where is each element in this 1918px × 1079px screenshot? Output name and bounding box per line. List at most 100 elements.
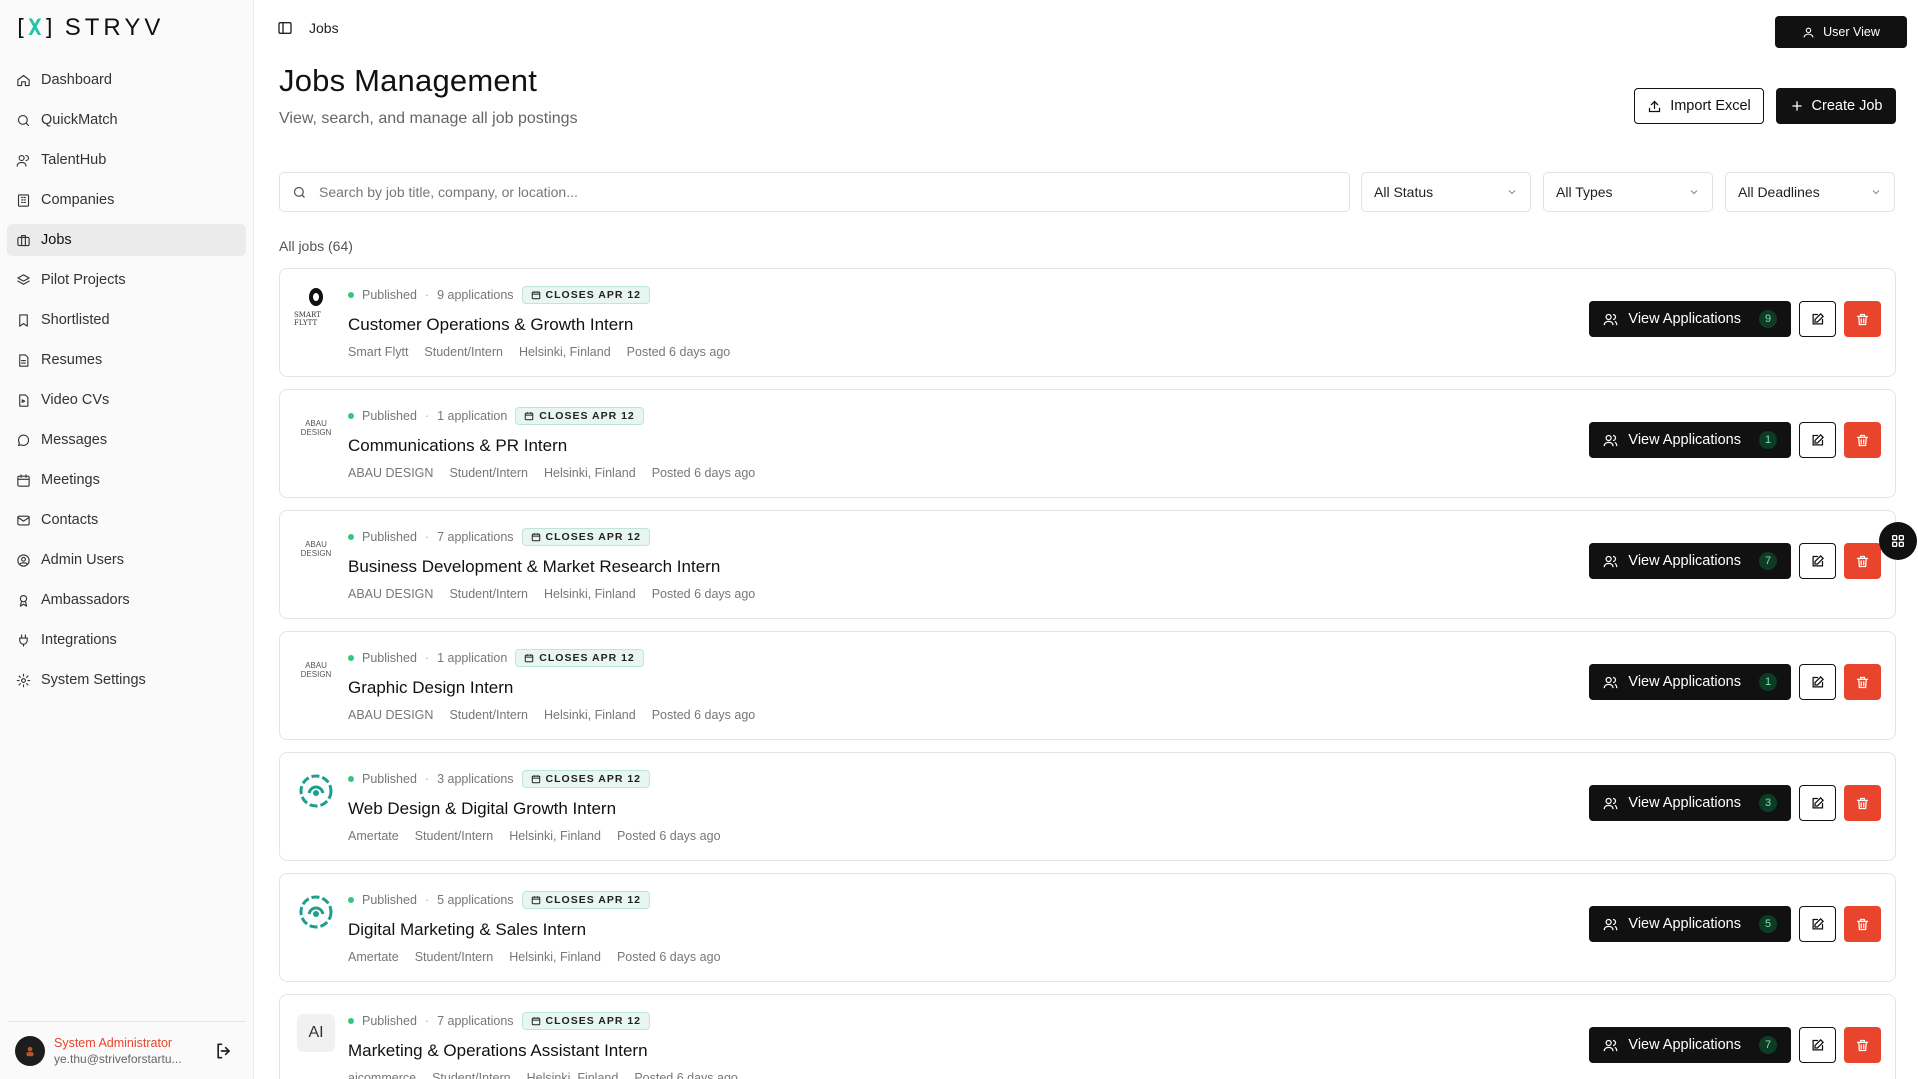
- logout-icon[interactable]: [214, 1041, 234, 1061]
- meta-separator: ·: [424, 1014, 430, 1028]
- sidebar-item-companies[interactable]: Companies: [7, 184, 246, 216]
- view-applications-button[interactable]: View Applications 9: [1589, 301, 1791, 337]
- sidebar-item-ambassadors[interactable]: Ambassadors: [7, 584, 246, 616]
- edit-job-button[interactable]: [1799, 906, 1836, 942]
- job-title[interactable]: Digital Marketing & Sales Intern: [348, 920, 586, 940]
- job-title[interactable]: Web Design & Digital Growth Intern: [348, 799, 616, 819]
- sidebar-item-jobs[interactable]: Jobs: [7, 224, 246, 256]
- sidebar-item-admin-users[interactable]: Admin Users: [7, 544, 246, 576]
- sidebar-nav: Dashboard QuickMatch TalentHub Companies Job…: [7, 64, 246, 704]
- apps-grid-button[interactable]: [1879, 522, 1917, 560]
- sidebar-item-quickmatch[interactable]: QuickMatch: [7, 104, 246, 136]
- job-title[interactable]: Customer Operations & Growth Intern: [348, 315, 633, 335]
- import-excel-button[interactable]: Import Excel: [1634, 88, 1764, 124]
- edit-job-button[interactable]: [1799, 785, 1836, 821]
- delete-job-button[interactable]: [1844, 422, 1881, 458]
- edit-job-button[interactable]: [1799, 1027, 1836, 1063]
- sidebar-item-system-settings[interactable]: System Settings: [7, 664, 246, 696]
- job-company: ABAU DESIGN: [348, 708, 434, 722]
- view-applications-button[interactable]: View Applications 1: [1589, 422, 1791, 458]
- app-logo[interactable]: [X] STRYV: [14, 14, 164, 42]
- job-title[interactable]: Communications & PR Intern: [348, 436, 567, 456]
- job-status: Published: [362, 893, 417, 907]
- plus-icon: [1791, 101, 1802, 111]
- applications-count-badge: 9: [1759, 310, 1777, 328]
- sidebar-item-video-cvs[interactable]: Video CVs: [7, 384, 246, 416]
- view-applications-button[interactable]: View Applications 7: [1589, 543, 1791, 579]
- view-applications-label: View Applications: [1628, 432, 1741, 448]
- sidebar-item-integrations[interactable]: Integrations: [7, 624, 246, 656]
- type-filter-select[interactable]: All Types: [1543, 172, 1713, 212]
- trash-icon: [1856, 1039, 1869, 1051]
- closing-date-badge: CLOSES APR 12: [515, 407, 644, 425]
- job-card[interactable]: ABAU DESIGN Published · 1 application CLOSES…: [279, 389, 1896, 498]
- sidebar-item-messages[interactable]: Messages: [7, 424, 246, 456]
- job-card[interactable]: ABAU DESIGN Published · 7 applications CLOSE…: [279, 510, 1896, 619]
- sidebar-item-talenthub[interactable]: TalentHub: [7, 144, 246, 176]
- breadcrumb[interactable]: Jobs: [309, 20, 339, 36]
- job-actions: View Applications 7: [1589, 543, 1881, 579]
- delete-job-button[interactable]: [1844, 543, 1881, 579]
- trash-icon: [1856, 797, 1869, 809]
- edit-job-button[interactable]: [1799, 664, 1836, 700]
- deadline-filter-select[interactable]: All Deadlines: [1725, 172, 1895, 212]
- delete-job-button[interactable]: [1844, 1027, 1881, 1063]
- edit-icon: [1812, 1038, 1825, 1050]
- view-applications-button[interactable]: View Applications 7: [1589, 1027, 1791, 1063]
- status-filter-select[interactable]: All Status: [1361, 172, 1531, 212]
- job-company: ABAU DESIGN: [348, 587, 434, 601]
- upload-icon: [1649, 100, 1661, 112]
- user-circle-icon: [17, 553, 30, 567]
- sidebar-item-contacts[interactable]: Contacts: [7, 504, 246, 536]
- job-applications-count: 1 application: [437, 651, 508, 665]
- delete-job-button[interactable]: [1844, 906, 1881, 942]
- search-input[interactable]: [319, 184, 1319, 200]
- delete-job-button[interactable]: [1844, 301, 1881, 337]
- applications-count-badge: 3: [1759, 794, 1777, 812]
- delete-job-button[interactable]: [1844, 785, 1881, 821]
- job-type: Student/Intern: [414, 829, 494, 843]
- sidebar-item-meetings[interactable]: Meetings: [7, 464, 246, 496]
- sidebar-item-dashboard[interactable]: Dashboard: [7, 64, 246, 96]
- sidebar-item-pilot-projects[interactable]: Pilot Projects: [7, 264, 246, 296]
- job-card[interactable]: AI Published · 7 applications CLOSES APR 12 M…: [279, 994, 1896, 1079]
- calendar-icon: [531, 775, 540, 784]
- view-applications-label: View Applications: [1628, 311, 1741, 327]
- job-status: Published: [362, 409, 417, 423]
- sidebar-item-label: Shortlisted: [41, 312, 110, 328]
- sidebar-item-shortlisted[interactable]: Shortlisted: [7, 304, 246, 336]
- edit-job-button[interactable]: [1799, 301, 1836, 337]
- edit-job-button[interactable]: [1799, 422, 1836, 458]
- job-title[interactable]: Business Development & Market Research I…: [348, 557, 720, 577]
- chevron-down-icon: [1690, 190, 1698, 195]
- sidebar-item-label: Resumes: [41, 352, 103, 368]
- company-logo: SMART FLYTT: [294, 287, 338, 327]
- view-applications-button[interactable]: View Applications 1: [1589, 664, 1791, 700]
- job-meta: Published · 7 applications CLOSES APR 12: [348, 528, 650, 546]
- job-card[interactable]: Published · 3 applications CLOSES APR 12 Web…: [279, 752, 1896, 861]
- user-view-button[interactable]: User View: [1775, 16, 1907, 48]
- view-applications-button[interactable]: View Applications 5: [1589, 906, 1791, 942]
- job-title[interactable]: Graphic Design Intern: [348, 678, 513, 698]
- create-job-button[interactable]: Create Job: [1776, 88, 1896, 124]
- edit-job-button[interactable]: [1799, 543, 1836, 579]
- view-applications-button[interactable]: View Applications 3: [1589, 785, 1791, 821]
- avatar[interactable]: [15, 1035, 45, 1066]
- job-location: Helsinki, Finland: [543, 587, 636, 601]
- topbar: Jobs: [277, 20, 339, 36]
- trash-icon: [1856, 434, 1869, 446]
- job-title[interactable]: Marketing & Operations Assistant Intern: [348, 1041, 648, 1061]
- sidebar-toggle-icon[interactable]: [277, 20, 293, 36]
- job-card[interactable]: SMART FLYTT Published · 9 applications CLOSE…: [279, 268, 1896, 377]
- search-box[interactable]: [279, 172, 1350, 212]
- job-applications-count: 3 applications: [437, 772, 514, 786]
- company-logo-container: SMART FLYTT: [294, 285, 338, 329]
- trash-icon: [1856, 918, 1869, 930]
- sidebar-item-resumes[interactable]: Resumes: [7, 344, 246, 376]
- job-actions: View Applications 5: [1589, 906, 1881, 942]
- job-actions: View Applications 7: [1589, 1027, 1881, 1063]
- job-card[interactable]: Published · 5 applications CLOSES APR 12 Dig…: [279, 873, 1896, 982]
- delete-job-button[interactable]: [1844, 664, 1881, 700]
- job-company: ABAU DESIGN: [348, 466, 434, 480]
- job-card[interactable]: ABAU DESIGN Published · 1 application CLOSES…: [279, 631, 1896, 740]
